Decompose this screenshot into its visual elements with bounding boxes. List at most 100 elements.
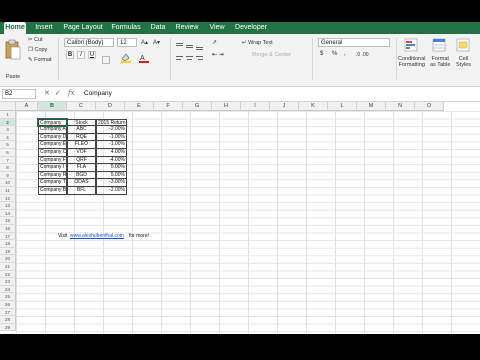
paste-icon[interactable] [5,39,21,66]
column-header-a[interactable]: A [16,102,38,111]
row-header-10[interactable]: 10 [0,179,16,187]
copy-button[interactable]: ❐ Copy [28,47,47,53]
tab-insert[interactable]: Insert [32,22,56,34]
table-cell[interactable]: -1.00% [96,133,127,142]
merge-center-button[interactable]: Merge & Center [252,52,291,58]
row-header-28[interactable]: 28 [0,316,16,324]
row-header-14[interactable]: 14 [0,209,16,218]
column-header-d[interactable]: D [96,102,125,111]
shrink-font-button[interactable]: A▾ [153,39,160,46]
tab-home[interactable]: Home [4,22,26,34]
paste-label[interactable]: Paste [6,74,20,80]
row-header-26[interactable]: 26 [0,301,16,309]
table-cell[interactable]: BFL [67,187,96,195]
table-cell[interactable]: Company B [38,187,67,195]
table-cell[interactable]: Company C [38,149,67,157]
conditional-formatting-icon[interactable] [404,38,418,57]
function-icon[interactable]: fx [68,89,75,97]
column-header-n[interactable]: N [386,102,415,111]
row-header-3[interactable]: 3 [0,126,16,134]
row-header-17[interactable]: 17 [0,232,16,241]
table-cell[interactable]: BGD [67,171,96,180]
table-cell[interactable]: ODAS [67,179,96,187]
tab-formulas[interactable]: Formulas [110,22,142,34]
row-header-6[interactable]: 6 [0,149,16,157]
column-header-m[interactable]: M [357,102,386,111]
tab-page-layout[interactable]: Page Layout [62,22,104,34]
row-header-24[interactable]: 24 [0,285,16,294]
row-header-20[interactable]: 20 [0,255,16,263]
row-header-11[interactable]: 11 [0,187,16,195]
row-header-21[interactable]: 21 [0,263,16,271]
font-size-select[interactable]: 12 [117,38,137,47]
grow-font-button[interactable]: A▴ [141,39,148,46]
row-header-1[interactable]: 1 [0,111,16,119]
font-color-icon[interactable]: A [138,50,150,68]
row-header-5[interactable]: 5 [0,141,16,149]
table-cell[interactable]: FLA [67,164,96,172]
table-cell[interactable]: -2.00% [96,187,127,195]
cut-button[interactable]: ✂ Cut [28,37,43,43]
table-cell[interactable]: Company E [38,141,67,149]
row-header-16[interactable]: 16 [0,225,16,233]
bold-button[interactable]: B [66,51,74,59]
fill-color-icon[interactable] [120,50,132,68]
table-header-cell[interactable]: Company [37,117,68,128]
column-header-g[interactable]: G [183,102,212,111]
table-cell[interactable]: Company D [38,133,67,142]
table-cell[interactable]: -3.00% [96,179,127,187]
tab-review[interactable]: Review [174,22,200,34]
cancel-icon[interactable]: ✕ [44,89,50,97]
tab-view[interactable]: View [206,22,228,34]
align-left-icon[interactable] [176,51,206,69]
italic-button[interactable]: I [77,51,85,59]
row-header-22[interactable]: 22 [0,270,16,279]
column-header-f[interactable]: F [154,102,183,111]
table-cell[interactable]: 5.00% [96,164,127,172]
table-cell[interactable]: FLEO [67,141,96,149]
table-cell[interactable]: RQE [67,133,96,142]
table-cell[interactable]: Company R [38,171,67,180]
column-header-l[interactable]: L [328,102,357,111]
worksheet-grid[interactable]: ABCDEFGHIJKLMNO 1 2 3 4 5 6 7 8 9 10 11 12 13 14 15 16 1… [0,102,480,334]
table-cell[interactable]: ABC [67,126,96,134]
table-header-cell[interactable]: 2015 Return [96,118,127,127]
table-cell[interactable]: -4.00% [96,156,127,165]
decimal-buttons[interactable]: .0 .00 [356,52,369,58]
table-cell[interactable]: -1.00% [96,141,127,149]
column-header-i[interactable]: I [241,102,270,111]
conditional-formatting-label[interactable]: Conditional Formatting [398,56,426,68]
font-name-select[interactable]: Calibri (Body) [64,38,114,47]
comma-button[interactable]: , [344,51,346,57]
format-painter-button[interactable]: ✎ Format [28,57,52,63]
row-header-15[interactable]: 15 [0,217,16,225]
cell-styles-icon[interactable] [456,38,470,57]
percent-button[interactable]: % [332,51,337,57]
row-header-2[interactable]: 2 [0,118,16,127]
column-header-h[interactable]: H [212,102,241,111]
tab-developer[interactable]: Developer [232,22,270,34]
footer-link[interactable]: www.alexhubenthal.com [70,233,124,241]
wrap-text-button[interactable]: ↵ Wrap Text [242,40,273,46]
tab-data[interactable]: Data [148,22,168,34]
indent-button[interactable]: ⇤ ⇥ [212,51,224,58]
column-header-b[interactable]: B [38,102,67,111]
row-header-27[interactable]: 27 [0,308,16,317]
table-cell[interactable]: QRF [67,156,96,165]
formula-input[interactable]: Company [84,89,112,99]
number-format-select[interactable]: General [318,38,390,47]
row-header-9[interactable]: 9 [0,171,16,180]
row-header-25[interactable]: 25 [0,293,16,301]
row-header-19[interactable]: 19 [0,247,16,256]
table-cell[interactable]: Company F [38,156,67,165]
row-header-12[interactable]: 12 [0,194,16,203]
cell-styles-label[interactable]: Cell Styles [456,56,471,68]
format-as-table-label[interactable]: Format as Table [430,56,450,68]
table-cell[interactable]: Company A [38,126,67,134]
table-cell[interactable]: 4.00% [96,149,127,157]
currency-button[interactable]: $ [320,51,323,57]
column-header-c[interactable]: C [67,102,96,111]
row-header-23[interactable]: 23 [0,278,16,286]
confirm-icon[interactable]: ✓ [55,89,61,97]
column-header-j[interactable]: J [270,102,299,111]
